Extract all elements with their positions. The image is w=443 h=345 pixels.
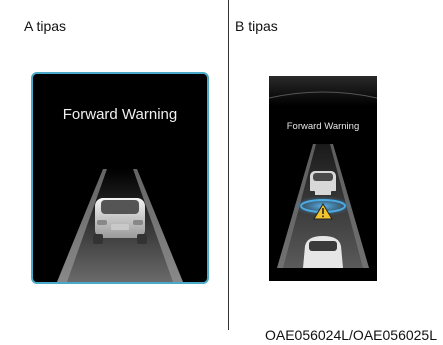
- panel-b-road-graphic: [269, 76, 377, 281]
- panel-b-label: B tipas: [235, 18, 278, 34]
- car-rear-icon: [309, 171, 337, 196]
- panel-b-display: Forward Warning: [269, 76, 377, 281]
- car-rear-icon: [93, 198, 147, 244]
- panel-a-label: A tipas: [24, 18, 67, 34]
- figure-caption: OAE056024L/OAE056025L: [264, 327, 437, 343]
- panel-divider: [228, 0, 229, 330]
- panel-a-road-graphic: [57, 169, 183, 282]
- panel-a-display: Forward Warning: [31, 72, 209, 284]
- car-front-icon: [303, 236, 343, 268]
- panel-b-warning-text: Forward Warning: [286, 121, 360, 132]
